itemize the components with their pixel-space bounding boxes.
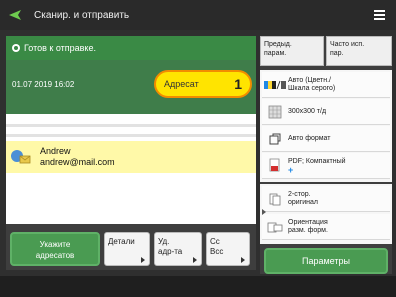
- duplex-original-option[interactable]: 2-стор. оригинал: [262, 186, 390, 212]
- file-format-option[interactable]: PDF; Компактный +: [262, 153, 390, 179]
- email-destination-icon: [10, 148, 32, 166]
- delete-line-1: Уд.: [158, 237, 170, 246]
- resolution-option[interactable]: 300x300 т/д: [262, 99, 390, 125]
- scan-size-icon: [262, 128, 288, 150]
- orientation-option[interactable]: Ориентация разм. форм.: [262, 214, 390, 240]
- addressee-button[interactable]: Адресат 1: [154, 70, 252, 98]
- parameters-button[interactable]: Параметры: [264, 248, 388, 274]
- status-bar: Готов к отправке.: [6, 36, 256, 60]
- list-item[interactable]: Andrew andrew@mail.com: [6, 141, 256, 173]
- tab-recent-line-2: парам.: [264, 50, 287, 57]
- datetime: 01.07 2019 16:02: [12, 80, 75, 89]
- duplex-line-1: 2-стор.: [288, 190, 311, 198]
- tab-frequent-line-1: Часто исп.: [330, 41, 365, 48]
- orientation-line-1: Ориентация: [288, 218, 328, 226]
- settings-panel: Предыд. парам. Часто исп. пар. Авто (Цве…: [260, 36, 392, 274]
- list-divider: [6, 134, 256, 137]
- color-mode-option[interactable]: Авто (Цветн./ Шкала серого): [262, 72, 390, 98]
- details-button[interactable]: Детали: [104, 232, 150, 266]
- list-divider: [6, 124, 256, 127]
- scan-size-value: Авто формат: [288, 134, 331, 142]
- duplex-line-2: оригинал: [288, 198, 319, 206]
- triangle-icon: [141, 257, 145, 263]
- orientation-line-2: разм. форм.: [288, 226, 328, 234]
- color-mode-line-2: Шкала серого): [288, 84, 336, 92]
- resolution-value: 300x300 т/д: [288, 107, 327, 115]
- settings-list-2: 2-стор. оригинал Ориентация разм. форм.: [260, 184, 392, 244]
- color-mode-icon: [262, 74, 288, 96]
- title-bar: Сканир. и отправить: [0, 0, 396, 30]
- file-format-line-1: PDF; Компактный: [288, 157, 346, 165]
- status-icon: [12, 44, 20, 52]
- main-panel: Готов к отправке. 01.07 2019 16:02 Адрес…: [6, 36, 256, 270]
- tab-frequent-line-2: пар.: [330, 50, 344, 57]
- page-title: Сканир. и отправить: [34, 9, 130, 21]
- resolution-icon: [262, 101, 288, 123]
- triangle-icon: [241, 257, 245, 263]
- specify-line-2: адресатов: [35, 251, 75, 260]
- scan-size-option[interactable]: Авто формат: [262, 126, 390, 152]
- specify-line-1: Укажите: [39, 240, 71, 249]
- cc-line-2: Bcc: [210, 247, 224, 256]
- tab-recent-settings[interactable]: Предыд. парам.: [260, 36, 324, 66]
- scan-send-icon: [8, 8, 30, 22]
- destination-name: Andrew: [40, 146, 71, 156]
- specify-destinations-button[interactable]: Укажите адресатов: [10, 232, 100, 266]
- destination-email: andrew@mail.com: [40, 157, 115, 167]
- settings-list-1: Авто (Цветн./ Шкала серого) 300x300 т/д …: [260, 70, 392, 182]
- triangle-icon: [193, 257, 197, 263]
- info-row: 01.07 2019 16:02 Адресат 1: [6, 60, 256, 114]
- cc-line-1: Cc: [210, 237, 220, 246]
- destination-list: Andrew andrew@mail.com: [6, 114, 256, 224]
- color-mode-line-1: Авто (Цветн./: [288, 76, 331, 84]
- scroll-arrow-icon[interactable]: [262, 209, 266, 215]
- delete-line-2: адр-та: [158, 247, 183, 256]
- tab-frequent-settings[interactable]: Часто исп. пар.: [326, 36, 392, 66]
- orientation-icon: [262, 216, 288, 238]
- pdf-icon: [262, 155, 288, 177]
- status-text: Готов к отправке.: [24, 43, 96, 53]
- plus-icon: +: [288, 164, 294, 175]
- addressee-label: Адресат: [164, 79, 199, 89]
- destination-actions: Укажите адресатов Детали Уд. адр-та Cc B…: [6, 224, 256, 270]
- details-label: Детали: [108, 237, 135, 246]
- duplex-icon: [262, 188, 288, 210]
- footer-bar: [0, 276, 396, 297]
- delete-destination-button[interactable]: Уд. адр-та: [154, 232, 202, 266]
- cc-bcc-button[interactable]: Cc Bcc: [206, 232, 250, 266]
- addressee-count: 1: [234, 76, 242, 92]
- tab-recent-line-1: Предыд.: [264, 41, 292, 48]
- hamburger-icon[interactable]: [368, 6, 390, 24]
